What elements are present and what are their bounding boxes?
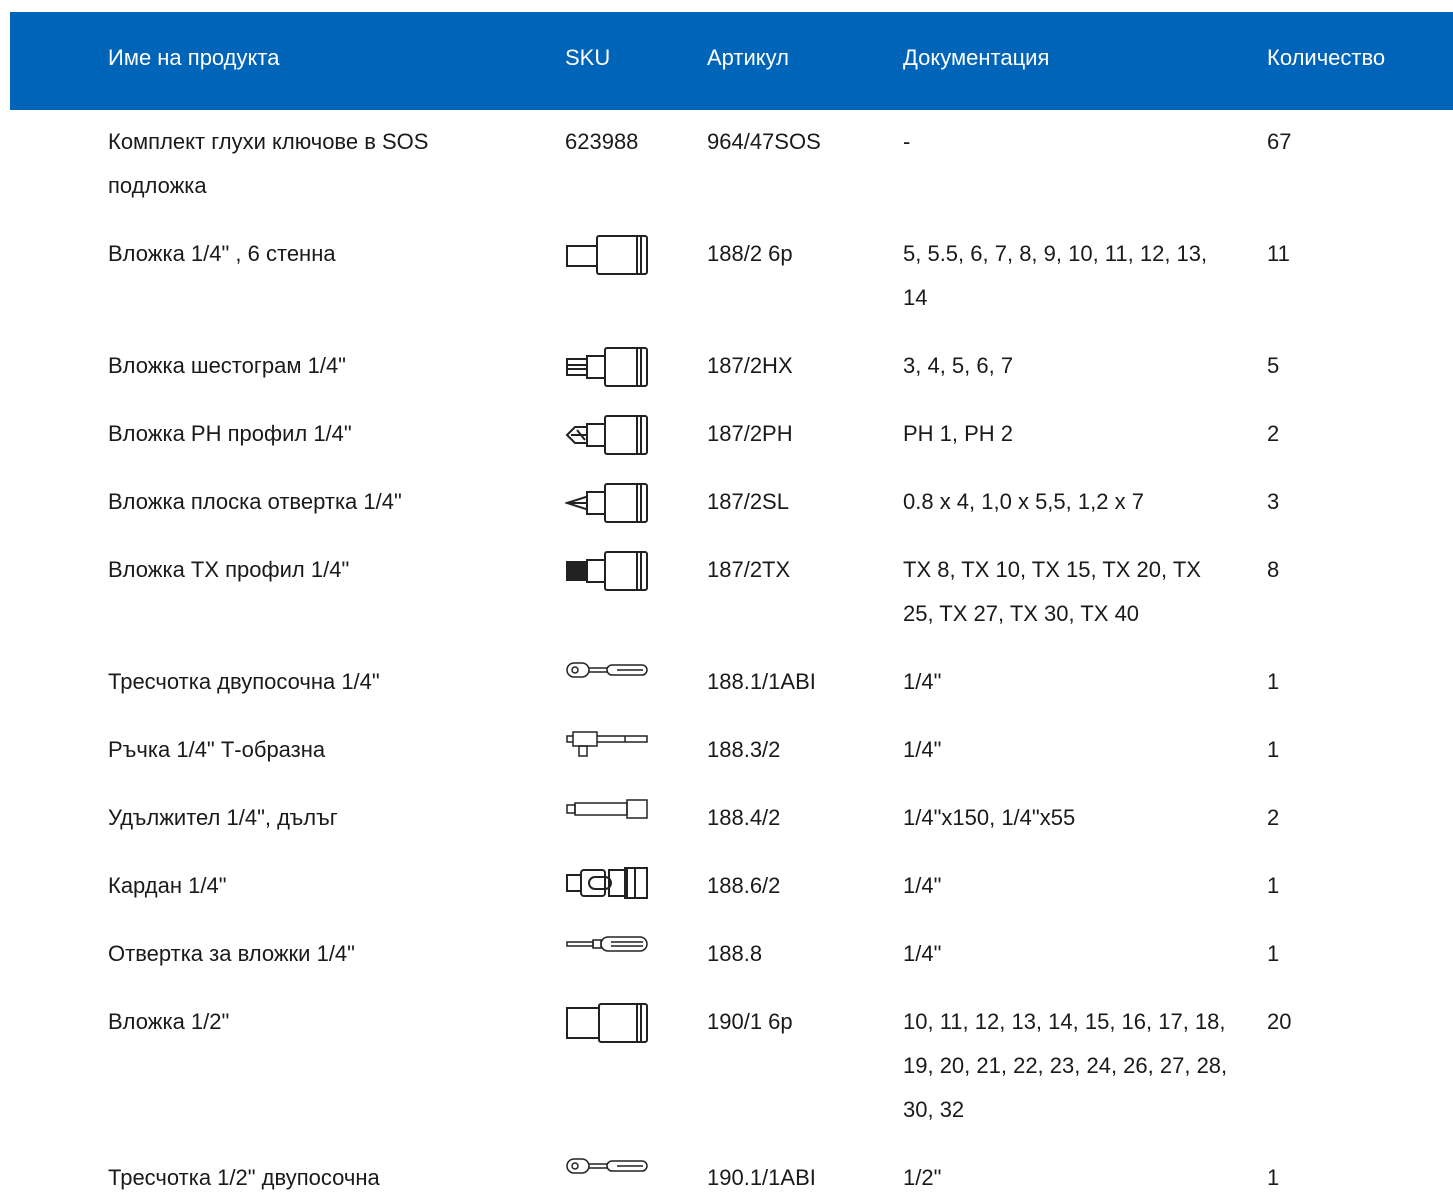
quantity-value: 3 <box>1267 489 1280 514</box>
product-name: Вложка шестограм 1/4" <box>108 353 346 378</box>
quantity-value: 1 <box>1267 669 1280 694</box>
documentation-value: 1/4" <box>903 669 942 694</box>
extension-bar-icon <box>565 798 651 820</box>
article-value: 188/2 6p <box>707 241 793 266</box>
product-name: Вложка PH профил 1/4" <box>108 421 352 446</box>
product-name: Вложка TX профил 1/4" <box>108 557 350 582</box>
documentation-value: 1/4" <box>903 873 942 898</box>
documentation-value: 5, 5.5, 6, 7, 8, 9, 10, 11, 12, 13, 14 <box>903 241 1208 310</box>
ratchet-icon <box>565 1156 651 1176</box>
product-name: Ръчка 1/4" Т-образна <box>108 737 326 762</box>
header-product-name: Име на продукта <box>108 45 280 70</box>
quantity-value: 2 <box>1267 805 1280 830</box>
documentation-value: TX 8, TX 10, TX 15, TX 20, TX 25, TX 27,… <box>903 557 1201 626</box>
product-name: Тресчотка двупосочна 1/4" <box>108 669 380 694</box>
header-article: Артикул <box>707 45 790 70</box>
quantity-value: 5 <box>1267 353 1280 378</box>
header-quantity: Количество <box>1267 45 1386 70</box>
ratchet-icon <box>565 660 651 680</box>
quantity-value: 8 <box>1267 557 1280 582</box>
quantity-value: 20 <box>1267 1009 1292 1034</box>
article-value: 187/2PH <box>707 421 793 446</box>
article-value: 964/47SOS <box>707 129 821 154</box>
product-name: Комплект глухи ключове в SOS подложка <box>108 129 429 198</box>
documentation-value: 1/4"x150, 1/4"x55 <box>903 805 1076 830</box>
spinner-handle-icon <box>565 934 651 954</box>
documentation-value: 10, 11, 12, 13, 14, 15, 16, 17, 18, 19, … <box>903 1009 1228 1122</box>
article-value: 187/2TX <box>707 557 791 582</box>
universal-joint-icon <box>565 866 651 900</box>
socket-icon <box>565 1002 651 1044</box>
documentation-value: PH 1, PH 2 <box>903 421 1014 446</box>
header-documentation: Документация <box>903 45 1050 70</box>
quantity-value: 1 <box>1267 873 1280 898</box>
t-handle-icon <box>565 730 651 760</box>
article-value: 188.6/2 <box>707 873 781 898</box>
documentation-value: 1/2" <box>903 1165 942 1190</box>
product-name: Тресчотка 1/2" двупосочна <box>108 1165 380 1190</box>
phillips-bit-socket-icon <box>565 414 651 456</box>
quantity-value: 2 <box>1267 421 1280 446</box>
quantity-value: 1 <box>1267 1165 1280 1190</box>
documentation-value: 0.8 x 4, 1,0 x 5,5, 1,2 x 7 <box>903 489 1144 514</box>
article-value: 188.4/2 <box>707 805 781 830</box>
product-name: Отвертка за вложки 1/4" <box>108 941 355 966</box>
article-value: 187/2HX <box>707 353 793 378</box>
torx-bit-socket-icon <box>565 550 651 592</box>
sku-value: 623988 <box>565 129 639 154</box>
flat-bit-socket-icon <box>565 482 651 524</box>
header-sku: SKU <box>565 45 611 70</box>
quantity-value: 1 <box>1267 737 1280 762</box>
hex-bit-socket-icon <box>565 346 651 388</box>
documentation-value: 3, 4, 5, 6, 7 <box>903 353 1014 378</box>
article-value: 188.1/1ABI <box>707 669 816 694</box>
documentation-value: - <box>903 129 911 154</box>
article-value: 188.3/2 <box>707 737 781 762</box>
documentation-value: 1/4" <box>903 737 942 762</box>
documentation-value: 1/4" <box>903 941 942 966</box>
article-value: 190.1/1ABI <box>707 1165 816 1190</box>
product-name: Удължител 1/4", дълъг <box>108 805 338 830</box>
product-name: Вложка 1/2" <box>108 1009 230 1034</box>
socket-icon <box>565 234 651 276</box>
quantity-value: 1 <box>1267 941 1280 966</box>
product-name: Вложка 1/4" , 6 стенна <box>108 241 336 266</box>
quantity-value: 67 <box>1267 129 1292 154</box>
article-value: 187/2SL <box>707 489 789 514</box>
article-value: 188.8 <box>707 941 763 966</box>
product-name: Вложка плоска отвертка 1/4" <box>108 489 402 514</box>
quantity-value: 11 <box>1267 241 1290 266</box>
product-name: Кардан 1/4" <box>108 873 227 898</box>
article-value: 190/1 6p <box>707 1009 793 1034</box>
